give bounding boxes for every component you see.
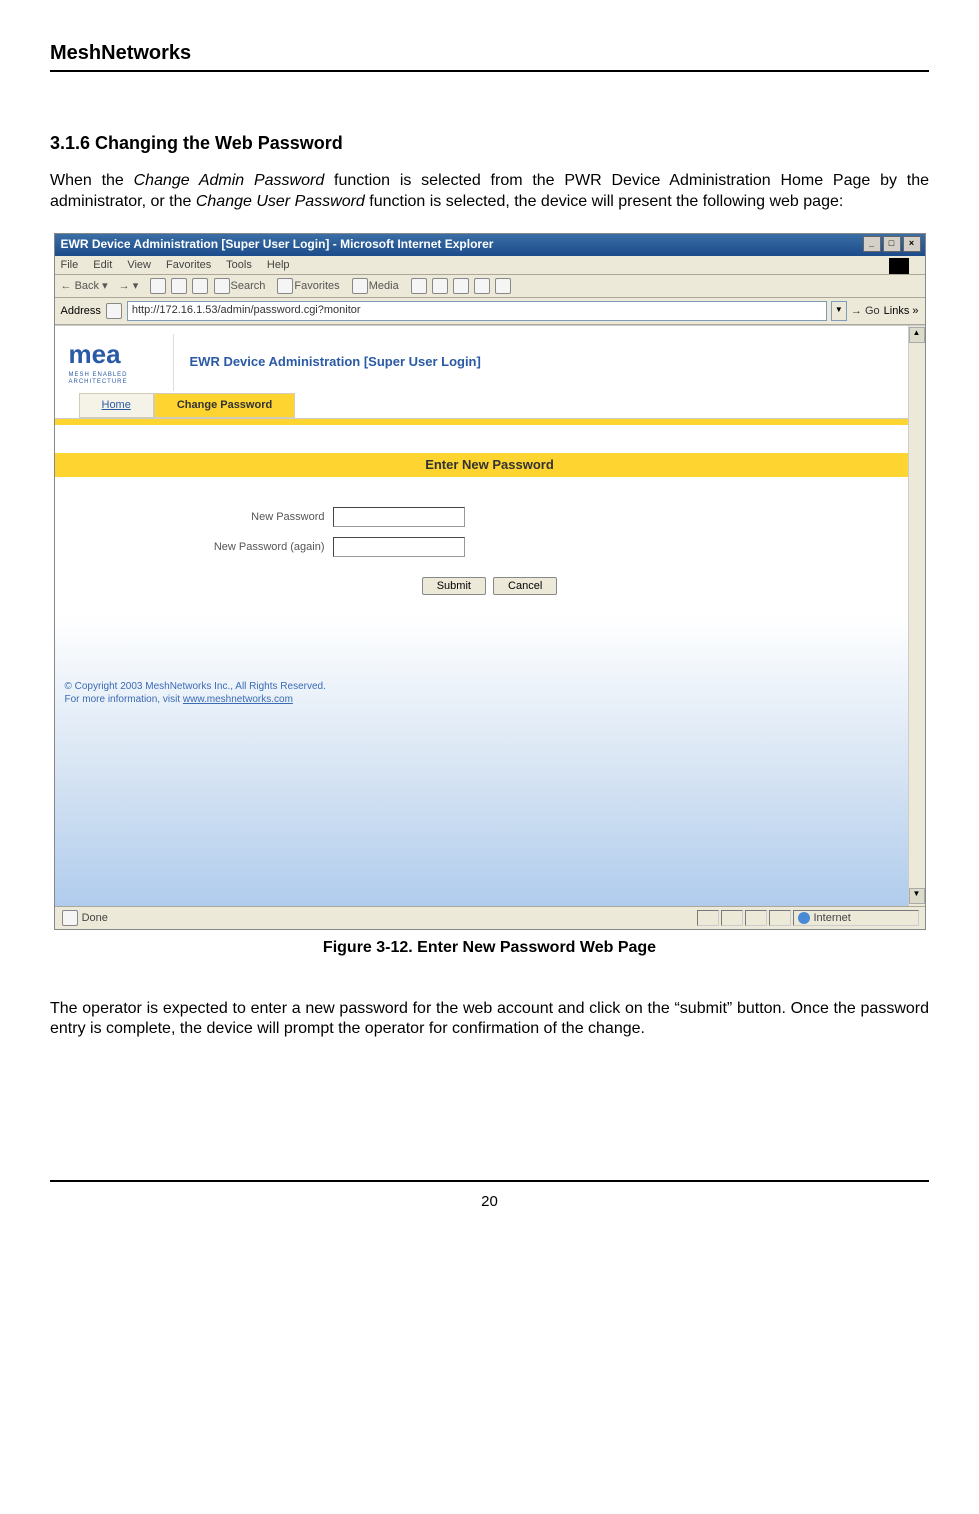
- status-bar: Done Internet: [55, 906, 925, 929]
- done-icon: [62, 910, 78, 926]
- row-new-password-again: New Password (again): [55, 537, 925, 557]
- mail-icon[interactable]: [432, 278, 448, 294]
- page-number: 20: [481, 1193, 498, 1210]
- brand-header: MeshNetworks: [50, 40, 929, 72]
- stop-icon[interactable]: [150, 278, 166, 294]
- address-dropdown[interactable]: ▼: [831, 301, 847, 321]
- menu-view[interactable]: View: [127, 259, 151, 271]
- media-icon: [352, 278, 368, 294]
- menu-bar: File Edit View Favorites Tools Help: [55, 256, 925, 275]
- label-new-password: New Password: [185, 510, 325, 524]
- para1-after: function is selected, the device will pr…: [365, 193, 844, 210]
- close-button[interactable]: ×: [903, 236, 921, 252]
- address-bar: Address http://172.16.1.53/admin/passwor…: [55, 298, 925, 325]
- menu-edit[interactable]: Edit: [93, 259, 112, 271]
- form-body: New Password New Password (again) Submit…: [55, 477, 925, 615]
- page-footer: 20: [50, 1180, 929, 1212]
- back-button[interactable]: ← Back ▾: [61, 280, 108, 292]
- history-icon[interactable]: [411, 278, 427, 294]
- page-icon: [106, 303, 122, 319]
- page-header: mea MESH ENABLED ARCHITECTURE EWR Device…: [55, 326, 925, 393]
- section-title: 3.1.6 Changing the Web Password: [50, 132, 929, 155]
- status-seg-4: [769, 910, 791, 926]
- tab-row: Home Change Password: [55, 393, 925, 418]
- button-row: Submit Cancel: [55, 577, 925, 595]
- menu-file[interactable]: File: [61, 259, 79, 271]
- address-input[interactable]: http://172.16.1.53/admin/password.cgi?mo…: [127, 301, 827, 321]
- page-title: EWR Device Administration [Super User Lo…: [190, 354, 481, 371]
- toolbar: ← Back ▾ → ▾ Search Favorites Media: [55, 275, 925, 298]
- form-heading: Enter New Password: [55, 453, 925, 478]
- scroll-down-icon[interactable]: ▼: [909, 888, 925, 904]
- yellow-strip: [55, 419, 925, 425]
- menu-tools[interactable]: Tools: [226, 259, 252, 271]
- status-segments: Internet: [697, 910, 919, 926]
- status-zone: Internet: [793, 910, 919, 926]
- scroll-up-icon[interactable]: ▲: [909, 327, 925, 343]
- row-new-password: New Password: [55, 507, 925, 527]
- window-title-text: EWR Device Administration [Super User Lo…: [61, 237, 494, 251]
- intro-paragraph: When the Change Admin Password function …: [50, 171, 929, 213]
- address-label: Address: [61, 304, 101, 318]
- para1-before: When the: [50, 172, 134, 189]
- scrollbar[interactable]: ▲ ▼: [908, 326, 925, 906]
- refresh-icon[interactable]: [171, 278, 187, 294]
- input-new-password[interactable]: [333, 507, 465, 527]
- menu-favorites[interactable]: Favorites: [166, 259, 211, 271]
- status-seg-2: [721, 910, 743, 926]
- status-seg-1: [697, 910, 719, 926]
- copyright: © Copyright 2003 MeshNetworks Inc., All …: [65, 680, 326, 706]
- para1-italic1: Change Admin Password: [134, 172, 325, 189]
- menu-help[interactable]: Help: [267, 259, 290, 271]
- discuss-icon[interactable]: [495, 278, 511, 294]
- logo-subtitle: MESH ENABLED ARCHITECTURE: [69, 372, 169, 388]
- browser-screenshot: EWR Device Administration [Super User Lo…: [54, 233, 926, 930]
- label-new-password-again: New Password (again): [185, 540, 325, 554]
- media-button[interactable]: Media: [351, 280, 399, 292]
- go-button[interactable]: → Go: [851, 304, 880, 318]
- window-buttons: _ □ ×: [863, 236, 921, 252]
- home-icon[interactable]: [192, 278, 208, 294]
- submit-button[interactable]: Submit: [422, 577, 486, 595]
- edit-icon[interactable]: [474, 278, 490, 294]
- tab-home[interactable]: Home: [79, 393, 154, 417]
- figure-caption: Figure 3-12. Enter New Password Web Page: [50, 938, 929, 959]
- copyright-line2-pre: For more information, visit: [65, 694, 183, 705]
- forward-button[interactable]: → ▾: [119, 280, 139, 292]
- search-icon: [214, 278, 230, 294]
- closing-paragraph: The operator is expected to enter a new …: [50, 999, 929, 1041]
- window-titlebar: EWR Device Administration [Super User Lo…: [55, 234, 925, 256]
- page-content: mea MESH ENABLED ARCHITECTURE EWR Device…: [55, 325, 925, 906]
- cancel-button[interactable]: Cancel: [493, 577, 557, 595]
- links-button[interactable]: Links »: [884, 304, 919, 318]
- favorites-button[interactable]: Favorites: [276, 280, 339, 292]
- ie-logo-icon: [889, 258, 909, 274]
- copyright-line1: © Copyright 2003 MeshNetworks Inc., All …: [65, 680, 326, 693]
- print-icon[interactable]: [453, 278, 469, 294]
- minimize-button[interactable]: _: [863, 236, 881, 252]
- logo-text: mea: [69, 338, 169, 372]
- tab-change-password[interactable]: Change Password: [154, 393, 295, 417]
- internet-zone-icon: [798, 912, 810, 924]
- copyright-link[interactable]: www.meshnetworks.com: [183, 694, 293, 705]
- search-button[interactable]: Search: [213, 280, 266, 292]
- favorites-icon: [277, 278, 293, 294]
- logo: mea MESH ENABLED ARCHITECTURE: [65, 334, 174, 391]
- maximize-button[interactable]: □: [883, 236, 901, 252]
- input-new-password-again[interactable]: [333, 537, 465, 557]
- status-seg-3: [745, 910, 767, 926]
- para1-italic2: Change User Password: [196, 193, 365, 210]
- status-done: Done: [61, 910, 697, 926]
